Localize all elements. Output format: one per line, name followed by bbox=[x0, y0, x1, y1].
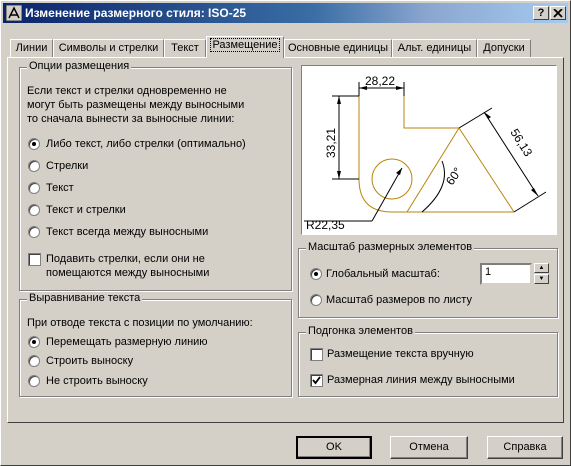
arrowhead bbox=[337, 171, 341, 179]
tab-label: Альт. единицы bbox=[397, 42, 472, 54]
radio-label[interactable]: Либо текст, либо стрелки (оптимально) bbox=[46, 138, 246, 150]
dimension-preview: 28,22 33,21 56,13 60° R22,35 bbox=[301, 65, 557, 235]
spin-down-button[interactable]: ▼ bbox=[534, 274, 549, 284]
autocad-app-icon bbox=[6, 5, 22, 21]
tab-label: Текст bbox=[171, 42, 199, 54]
radio-label[interactable]: Строить выноску bbox=[46, 355, 133, 367]
fit-description-line-3: то сначала вынести за выносные линии: bbox=[27, 113, 235, 125]
radio-global-scale[interactable] bbox=[310, 268, 322, 280]
checkbox-dimline-inside[interactable] bbox=[310, 374, 323, 387]
tab-label: Символы и стрелки bbox=[58, 42, 159, 54]
radio-move-dimension-line[interactable] bbox=[28, 336, 40, 348]
tab-label: Размещение bbox=[210, 38, 280, 52]
tab-primary-units[interactable]: Основные единицы bbox=[284, 39, 392, 57]
radio-always-keep-text[interactable] bbox=[28, 226, 40, 238]
dim-text-top: 28,22 bbox=[365, 74, 395, 88]
arrowhead bbox=[396, 168, 402, 175]
ok-button[interactable]: OK bbox=[296, 436, 372, 459]
close-icon bbox=[553, 8, 563, 18]
fit-description-line-2: могут быть размещены между выносными bbox=[27, 99, 245, 111]
group-title: Опции размещения bbox=[27, 60, 132, 72]
button-label: Справка bbox=[503, 441, 547, 453]
checkmark-icon bbox=[312, 376, 321, 385]
preview-part-hole bbox=[371, 158, 413, 200]
radio-label[interactable]: Текст и стрелки bbox=[46, 204, 126, 216]
arrowhead bbox=[396, 86, 404, 90]
button-label: Отмена bbox=[409, 441, 449, 453]
radio-label[interactable]: Масштаб размеров по листу bbox=[326, 294, 472, 306]
radio-label[interactable]: Не строить выноску bbox=[46, 375, 148, 387]
tab-label: Линии bbox=[15, 42, 48, 54]
radio-arrows[interactable] bbox=[28, 160, 40, 172]
extension-line bbox=[513, 191, 547, 213]
radio-label[interactable]: Глобальный масштаб: bbox=[326, 268, 440, 280]
radio-either-text-or-arrows[interactable] bbox=[28, 138, 40, 150]
radio-text[interactable] bbox=[28, 182, 40, 194]
tab-fit[interactable]: Размещение bbox=[206, 36, 284, 58]
radio-label[interactable]: Стрелки bbox=[46, 160, 88, 172]
dialog-title: Изменение размерного стиля: ISO-25 bbox=[25, 6, 247, 20]
global-scale-input[interactable]: 1 bbox=[480, 263, 532, 285]
radio-no-leader[interactable] bbox=[28, 375, 40, 387]
group-title: Масштаб размерных элементов bbox=[306, 241, 475, 253]
fine-tuning-group: Подгонка элементов bbox=[298, 325, 558, 397]
tab-alternate-units[interactable]: Альт. единицы bbox=[392, 39, 477, 57]
preview-part-diagonal bbox=[458, 127, 515, 213]
preview-part-outline bbox=[358, 96, 460, 213]
tab-symbols-arrows[interactable]: Символы и стрелки bbox=[53, 39, 164, 57]
radio-scale-to-layout[interactable] bbox=[310, 294, 322, 306]
radio-label[interactable]: Перемещать размерную линию bbox=[46, 336, 208, 348]
input-value: 1 bbox=[485, 266, 492, 278]
checkbox-manual-text-placement[interactable] bbox=[310, 348, 323, 361]
dialog-window: Изменение размерного стиля: ISO-25 ? Лин… bbox=[0, 0, 571, 466]
cancel-button[interactable]: Отмена bbox=[390, 436, 468, 459]
checkbox-label[interactable]: Размещение текста вручную bbox=[327, 348, 474, 360]
checkbox-label-line-2[interactable]: помещаются между выносными bbox=[46, 267, 209, 279]
checkbox-label-line-1[interactable]: Подавить стрелки, если они не bbox=[46, 253, 205, 265]
preview-drawing: 28,22 33,21 56,13 60° R22,35 bbox=[304, 74, 547, 232]
group-title: Подгонка элементов bbox=[306, 325, 415, 337]
help-button[interactable]: Справка bbox=[487, 436, 563, 459]
dim-text-angle: 60° bbox=[443, 165, 465, 188]
close-title-button[interactable] bbox=[550, 6, 566, 20]
arrowhead bbox=[484, 112, 491, 119]
arrowhead bbox=[531, 188, 538, 196]
radio-both-text-and-arrows[interactable] bbox=[28, 204, 40, 216]
radio-label[interactable]: Текст bbox=[46, 182, 74, 194]
group-title: Выравнивание текста bbox=[27, 292, 143, 304]
extension-line bbox=[458, 107, 493, 129]
help-title-button[interactable]: ? bbox=[533, 6, 549, 20]
tab-tolerances[interactable]: Допуски bbox=[477, 39, 531, 57]
radio-build-leader[interactable] bbox=[28, 355, 40, 367]
button-label: OK bbox=[326, 441, 342, 453]
checkbox-label[interactable]: Размерная линия между выносными bbox=[327, 374, 515, 386]
text-placement-description: При отводе текста с позиции по умолчанию… bbox=[27, 317, 253, 329]
radio-label[interactable]: Текст всегда между выносными bbox=[46, 226, 208, 238]
spin-up-button[interactable]: ▲ bbox=[534, 263, 549, 273]
dim-text-radius: R22,35 bbox=[306, 218, 345, 232]
arrowhead bbox=[337, 96, 341, 104]
fit-description-line-1: Если текст и стрелки одновременно не bbox=[27, 85, 227, 97]
title-bar[interactable]: Изменение размерного стиля: ISO-25 ? bbox=[3, 3, 568, 23]
tab-label: Основные единицы bbox=[287, 42, 389, 54]
dim-text-left: 33,21 bbox=[324, 128, 338, 158]
tab-label: Допуски bbox=[483, 42, 525, 54]
tab-lines[interactable]: Линии bbox=[10, 39, 53, 57]
checkbox-suppress-arrows[interactable] bbox=[28, 253, 41, 266]
tab-text[interactable]: Текст bbox=[164, 39, 206, 57]
dimension-line-radius bbox=[371, 167, 403, 222]
